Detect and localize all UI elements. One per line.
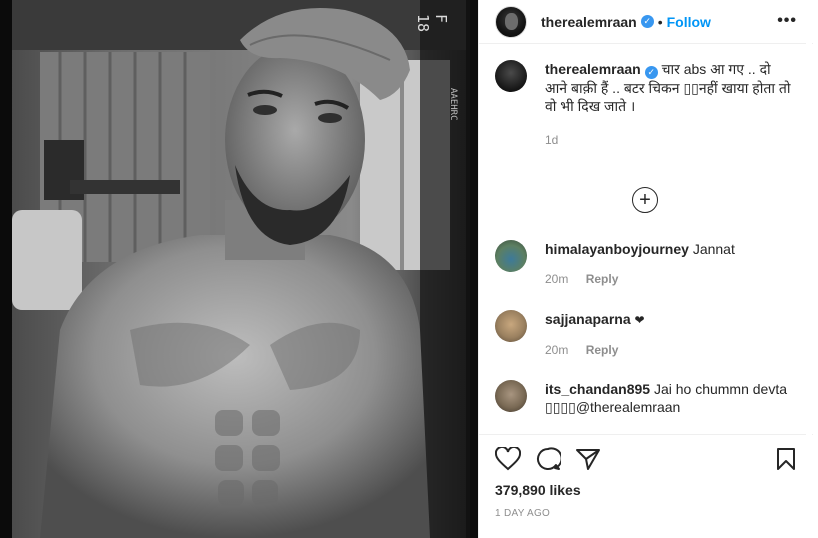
comment-username[interactable]: its_chandan895 (545, 381, 650, 397)
verified-badge-icon: ✓ (640, 15, 654, 28)
more-options-icon[interactable]: ••• (777, 12, 797, 30)
post-side-panel: therealemraan ✓ • Follow ••• therealemra… (478, 0, 813, 538)
post-image (0, 0, 478, 538)
plus-circle-icon: + (639, 189, 651, 211)
comment-item: its_chandan895 Jai ho chummn devta ▯▯▯▯@… (495, 380, 795, 416)
comment-text: Jannat (692, 241, 735, 257)
caption-meta: 1d (545, 131, 795, 149)
caption-avatar[interactable] (495, 60, 527, 92)
comment-avatar[interactable] (495, 380, 527, 412)
comment-time[interactable]: 20m (545, 272, 568, 286)
comment-meta: 20m Reply (545, 270, 795, 288)
reply-button[interactable]: Reply (586, 272, 619, 286)
comment-avatar[interactable] (495, 310, 527, 342)
likes-count[interactable]: 379,890 likes (495, 482, 581, 498)
comment-avatar[interactable] (495, 240, 527, 272)
verified-badge-icon: ✓ (644, 66, 658, 79)
comment-time[interactable]: 20m (545, 343, 568, 357)
reply-button[interactable]: Reply (586, 343, 619, 357)
heart-emoji: ❤ (634, 313, 645, 327)
comment-meta: 20m Reply (545, 341, 795, 359)
comment-username[interactable]: sajjanaparna (545, 311, 631, 327)
author-username[interactable]: therealemraan (541, 14, 637, 30)
comment-item: sajjanaparna ❤ 20m Reply (495, 310, 795, 359)
bookmark-icon[interactable] (775, 447, 797, 476)
comments-list[interactable]: therealemraan ✓ चार abs आ गए .. दो आने बा… (479, 44, 813, 434)
share-icon[interactable] (575, 447, 601, 476)
caption: therealemraan ✓ चार abs आ गए .. दो आने बा… (495, 60, 797, 149)
action-bar: 379,890 likes 1 DAY AGO (479, 434, 813, 538)
panel-scrollbar[interactable] (806, 0, 812, 538)
caption-time[interactable]: 1d (545, 133, 558, 147)
caption-username[interactable]: therealemraan (545, 61, 641, 77)
comment-item: himalayanboyjourney Jannat 20m Reply (495, 240, 795, 288)
comment-username[interactable]: himalayanboyjourney (545, 241, 689, 257)
post-header: therealemraan ✓ • Follow ••• (479, 0, 813, 44)
film-edge-text: F 18 (414, 14, 450, 33)
film-side-text: AAEHRC (448, 88, 458, 121)
post-photo[interactable]: F 18 AAEHRC (0, 0, 478, 538)
author-avatar[interactable] (495, 5, 527, 38)
header-separator: • (657, 13, 663, 30)
follow-button[interactable]: Follow (667, 14, 711, 30)
post-timestamp[interactable]: 1 DAY AGO (495, 508, 550, 519)
heart-icon[interactable] (494, 445, 522, 476)
comment-icon[interactable] (535, 447, 563, 476)
load-more-comments-button[interactable]: + (632, 187, 658, 213)
